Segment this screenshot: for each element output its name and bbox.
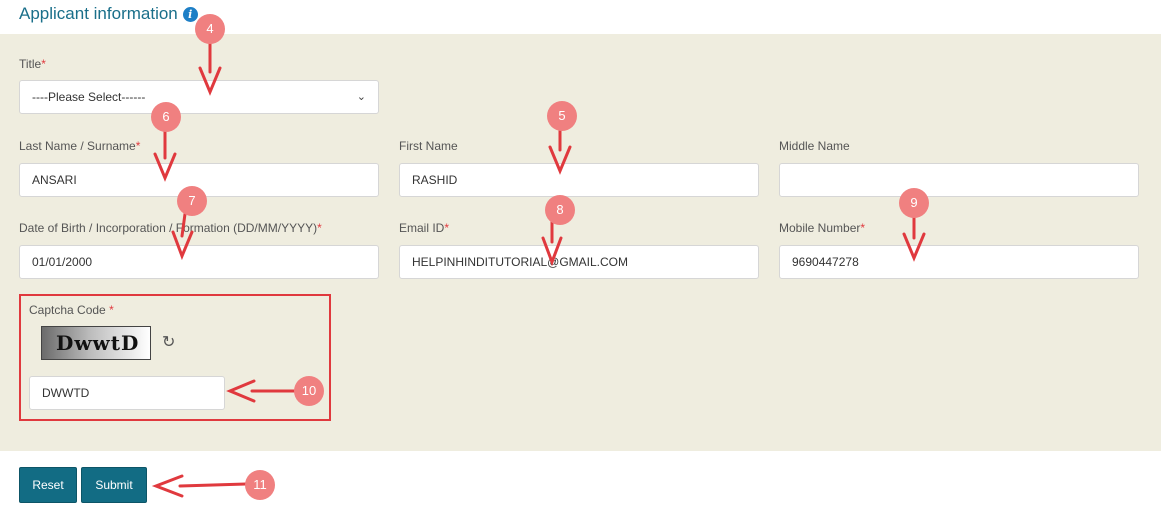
- annotation-badge-4: 4: [195, 14, 225, 44]
- annotation-badge-5: 5: [547, 101, 577, 131]
- annotation-badge-9: 9: [899, 188, 929, 218]
- annotation-badge-7: 7: [177, 186, 207, 216]
- arrow-7: [180, 212, 187, 238]
- annotation-badge-6: 6: [151, 102, 181, 132]
- annotation-arrows: [151, 40, 926, 498]
- arrowhead-10: [226, 379, 256, 403]
- annotation-badge-10: 10: [294, 376, 324, 406]
- arrowhead-11: [151, 474, 184, 498]
- annotation-badge-8: 8: [545, 195, 575, 225]
- arrow-11: [178, 482, 248, 488]
- annotation-badge-11: 11: [245, 470, 275, 500]
